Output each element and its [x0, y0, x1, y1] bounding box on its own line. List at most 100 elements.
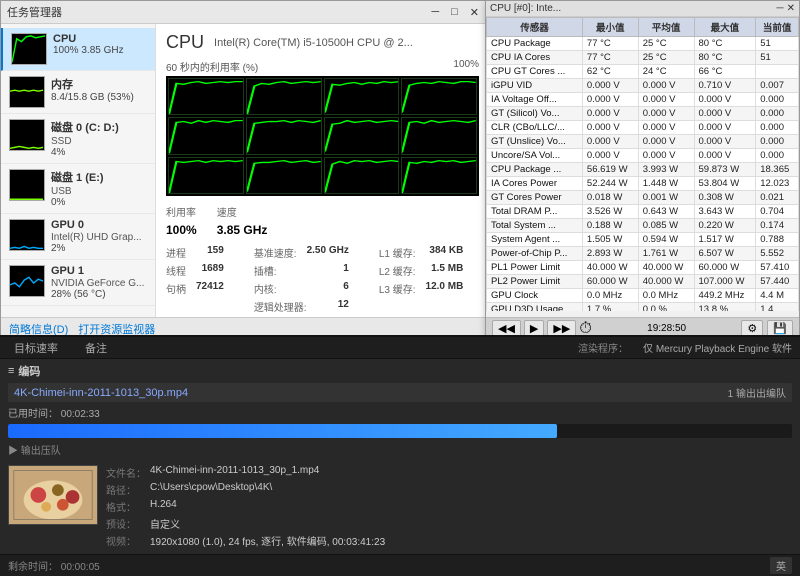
cell-min: 0.000 V [582, 135, 638, 149]
gpu0-sidebar-info: GPU 0 Intel(R) UHD Grap... 2% [51, 219, 147, 254]
file-val: 4K-Chimei-inn-2011-1013_30p_1.mp4 [150, 465, 319, 480]
ame-progress-bar [8, 424, 792, 438]
socket-value: 1 [343, 263, 349, 278]
cell-max: 0.000 V [694, 107, 756, 121]
cell-max: 59.873 W [694, 163, 756, 177]
cpu-core-11 [401, 157, 477, 194]
cell-avg: 40.000 W [638, 261, 694, 275]
table-row: GT (Silicol) Vo...0.000 V0.000 V0.000 V0… [487, 107, 799, 121]
ame-output-count: 1 输出出编队 [728, 385, 786, 400]
cpu-core-10 [324, 157, 400, 194]
cell-name: GPU Clock [487, 289, 583, 303]
cell-avg: 1.761 W [638, 247, 694, 261]
graph-label-right: 100% [453, 59, 479, 74]
sidebar-item-disk0[interactable]: 磁盘 0 (C: D:) SSD 4% [1, 114, 155, 164]
table-row: Total DRAM P...3.526 W0.643 W3.643 W0.70… [487, 205, 799, 219]
cell-cur: 0.000 [756, 149, 799, 163]
mem-sidebar-info: 内存 8.4/15.8 GB (53%) [51, 76, 147, 103]
close-btn[interactable]: ✕ [466, 6, 483, 19]
core-row: 内核: 6 [254, 281, 349, 296]
cell-avg: 0.594 W [638, 233, 694, 247]
ame-encode-title: ≡ 编码 [8, 363, 792, 379]
sidebar-item-mem[interactable]: 内存 8.4/15.8 GB (53%) [1, 71, 155, 114]
cell-max: 3.643 W [694, 205, 756, 219]
hwinfo-close[interactable]: ✕ [787, 3, 795, 14]
table-row: GT Cores Power0.018 W0.001 W0.308 W0.021 [487, 191, 799, 205]
cpu-core-9 [246, 157, 322, 194]
maximize-btn[interactable]: □ [447, 6, 462, 19]
cpu-core-2 [324, 78, 400, 115]
col-avg: 平均值 [638, 18, 694, 37]
cell-max: 0.000 V [694, 149, 756, 163]
table-row: System Agent ...1.505 W0.594 W1.517 W0.7… [487, 233, 799, 247]
cell-min: 0.000 V [582, 93, 638, 107]
minimize-btn[interactable]: ─ [427, 6, 443, 19]
l1-row: L1 缓存: 384 KB [379, 245, 463, 260]
table-row: CPU Package ...56.619 W3.993 W59.873 W18… [487, 163, 799, 177]
cell-max: 60.000 W [694, 261, 756, 275]
path-label: 路径： [106, 482, 146, 497]
cell-name: CPU Package ... [487, 163, 583, 177]
cell-cur: 0.007 [756, 79, 799, 93]
ame-section-header: ≡ 编码 4K-Chimei-inn-2011-1013_30p.mp4 1 输… [0, 359, 800, 457]
tm-main-header: CPU Intel(R) Core(TM) i5-10500H CPU @ 2.… [166, 32, 479, 53]
gpu0-value: 2% [51, 243, 147, 254]
cell-name: GT Cores Power [487, 191, 583, 205]
cpu-graphs-grid [166, 76, 479, 196]
file-label: 文件名： [106, 465, 146, 480]
cell-cur [756, 65, 799, 79]
cpu-core-6 [324, 117, 400, 154]
hwinfo-table-container[interactable]: 传感器 最小值 平均值 最大值 当前值 CPU Package77 °C25 °… [486, 17, 799, 311]
cell-max: 0.710 V [694, 79, 756, 93]
tm-main-content: CPU Intel(R) Core(TM) i5-10500H CPU @ 2.… [156, 24, 489, 340]
sidebar-item-cpu[interactable]: CPU 100% 3.85 GHz [1, 28, 155, 71]
hwinfo-minimize[interactable]: ─ [777, 3, 784, 14]
cell-name: GT (Silicol) Vo... [487, 107, 583, 121]
socket-label: 插槽: [254, 263, 277, 278]
base-speed-label: 基准速度: [254, 245, 297, 260]
thread-value: 1689 [202, 263, 224, 278]
ame-tab-notes[interactable]: 备注 [79, 338, 113, 358]
preset-label: 预设： [106, 516, 146, 531]
process-value: 159 [207, 245, 224, 260]
table-row: GPU Clock0.0 MHz0.0 MHz449.2 MHz4.4 M [487, 289, 799, 303]
cpu-label: CPU [53, 33, 147, 45]
table-row: PL2 Power Limit60.000 W40.000 W107.000 W… [487, 275, 799, 289]
main-subtitle: Intel(R) Core(TM) i5-10500H CPU @ 2... [214, 37, 413, 49]
ame-tab-target[interactable]: 目标速率 [8, 338, 64, 358]
cell-name: CLR (CBo/LLC/... [487, 121, 583, 135]
hwinfo-window: CPU [#0]: Inte... ─ ✕ 传感器 最小值 平均值 最大值 当前… [485, 0, 800, 340]
cell-name: Uncore/SA Vol... [487, 149, 583, 163]
sidebar-item-gpu0[interactable]: GPU 0 Intel(R) UHD Grap... 2% [1, 214, 155, 260]
cell-name: CPU IA Cores [487, 51, 583, 65]
cell-min: 3.526 W [582, 205, 638, 219]
cell-name: System Agent ... [487, 233, 583, 247]
util-stat: 利用率 100% [166, 204, 197, 237]
disk0-sublabel: SSD [51, 136, 147, 147]
cpu-core-5 [246, 117, 322, 154]
process-label: 进程 [166, 245, 186, 260]
base-speed-value: 2.50 GHz [307, 245, 349, 260]
gpu0-sublabel: Intel(R) UHD Grap... [51, 232, 147, 243]
table-row: GT (Unslice) Vo...0.000 V0.000 V0.000 V0… [487, 135, 799, 149]
sidebar-item-gpu1[interactable]: GPU 1 NVIDIA GeForce G... 28% (56 °C) [1, 260, 155, 306]
hwinfo-time-label: 19:28:50 [647, 323, 686, 334]
cell-cur: 51 [756, 37, 799, 51]
gpu1-label: GPU 1 [51, 265, 147, 277]
table-row: CPU IA Cores77 °C25 °C80 °C51 [487, 51, 799, 65]
cell-avg: 0.000 V [638, 149, 694, 163]
cell-cur: 57.440 [756, 275, 799, 289]
cell-cur: 1.4 [756, 303, 799, 312]
ame-bottom-section: 文件名： 4K-Chimei-inn-2011-1013_30p_1.mp4 路… [0, 461, 800, 554]
cell-max: 6.507 W [694, 247, 756, 261]
base-speed-row: 基准速度: 2.50 GHz [254, 245, 349, 260]
video-val: 1920x1080 (1.0), 24 fps, 逐行, 软件编码, 00:03… [150, 533, 385, 548]
cell-max: 13.8 % [694, 303, 756, 312]
sidebar-item-disk1[interactable]: 磁盘 1 (E:) USB 0% [1, 164, 155, 214]
l2-row: L2 缓存: 1.5 MB [379, 263, 463, 278]
disk1-mini-chart [9, 169, 45, 201]
l1-value: 384 KB [429, 245, 463, 260]
cell-cur: 0.021 [756, 191, 799, 205]
core-value: 6 [343, 281, 349, 296]
cell-name: IA Cores Power [487, 177, 583, 191]
